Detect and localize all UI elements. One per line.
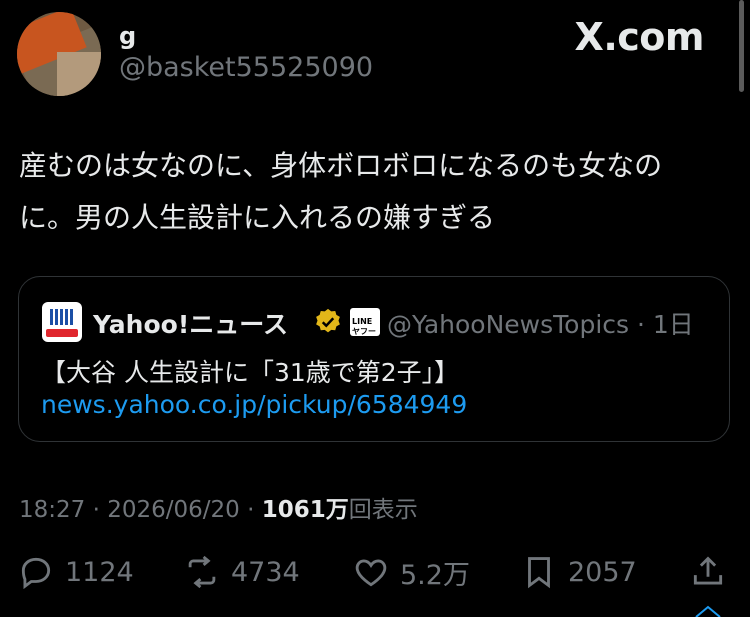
quoted-handle: @YahooNewsTopics	[387, 310, 630, 339]
repost-icon	[188, 555, 216, 589]
tweet-meta: 18:27 · 2026/06/20 · 1061万回表示	[19, 490, 418, 524]
reply-button[interactable]: 1124	[17, 552, 134, 592]
tweet-date[interactable]: 2026/06/20	[107, 497, 240, 523]
reply-icon	[21, 557, 51, 590]
site-logo: X.com	[574, 15, 705, 59]
bookmark-count: 2057	[568, 556, 637, 588]
scroll-hint-icon	[695, 605, 721, 617]
share-button[interactable]	[689, 552, 737, 592]
quoted-text: 【大谷 人生設計に「31歳で第2子」】	[41, 358, 460, 387]
author-handle[interactable]: @basket55525090	[119, 52, 373, 83]
separator-dot: ·	[92, 497, 100, 523]
bookmark-button[interactable]: 2057	[520, 552, 637, 592]
separator-dot: ·	[637, 310, 645, 339]
quoted-display-name: Yahoo!ニュース	[93, 310, 288, 339]
tweet-text-line: に。男の人生設計に入れるの嫌すぎる	[19, 201, 496, 234]
bookmark-icon	[528, 557, 550, 589]
quoted-tweet-card[interactable]: Yahoo!ニュース LINEヤフー @YahooNewsTopics · 1日…	[18, 276, 730, 442]
repost-count: 4734	[231, 556, 300, 588]
affiliate-badge: LINEヤフー	[350, 308, 380, 336]
quoted-link[interactable]: news.yahoo.co.jp/pickup/6584949	[41, 390, 467, 419]
separator-dot: ·	[247, 497, 255, 523]
verified-badge-icon	[316, 308, 340, 333]
tweet-text: 産むのは女なのに、身体ボロボロになるのも女なの に。男の人生設計に入れるの嫌すぎ…	[19, 140, 719, 244]
share-icon	[693, 556, 723, 585]
quoted-avatar	[42, 302, 82, 342]
tweet-time[interactable]: 18:27	[19, 497, 85, 523]
views-label: 回表示	[348, 497, 418, 523]
repost-button[interactable]: 4734	[183, 552, 300, 592]
author-avatar[interactable]	[17, 12, 101, 96]
like-button[interactable]: 5.2万	[352, 552, 470, 592]
like-icon	[355, 559, 387, 587]
views-count: 1061万	[261, 497, 349, 523]
reply-count: 1124	[65, 556, 134, 588]
scrollbar[interactable]	[739, 0, 744, 92]
quoted-age: 1日	[652, 310, 694, 339]
quoted-handle-row: @YahooNewsTopics · 1日	[387, 305, 694, 341]
like-count: 5.2万	[400, 559, 470, 591]
tweet-text-line: 産むのは女なのに、身体ボロボロになるのも女なの	[19, 149, 663, 182]
author-display-name[interactable]: g	[119, 22, 136, 50]
